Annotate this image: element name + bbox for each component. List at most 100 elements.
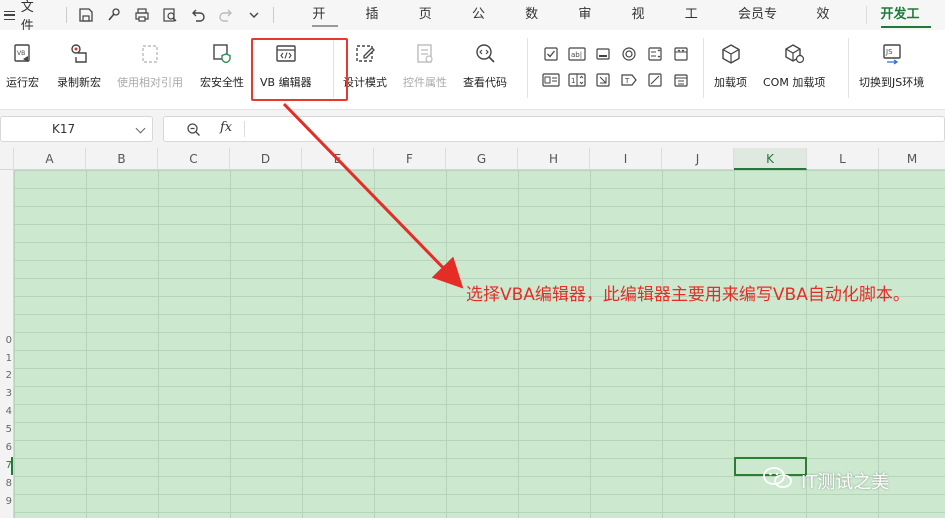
column-header-k[interactable]: K <box>734 148 807 170</box>
relative-reference-icon <box>136 40 164 68</box>
relative-reference-button[interactable]: 使用相对引用 <box>117 40 183 90</box>
macro-icon: VB <box>9 40 37 68</box>
view-code-label: 查看代码 <box>463 76 507 89</box>
line-control-icon[interactable] <box>644 70 666 90</box>
label-control-icon[interactable]: T <box>618 70 640 90</box>
column-header-f[interactable]: F <box>374 148 446 170</box>
name-box[interactable]: K17 <box>0 116 153 142</box>
spin-button-icon[interactable]: 1 <box>566 70 588 90</box>
design-mode-button[interactable]: 设计模式 <box>343 40 387 90</box>
checkbox-control-icon[interactable] <box>540 44 562 64</box>
view-code-button[interactable]: 查看代码 <box>463 40 507 90</box>
row-header[interactable]: 1 <box>6 350 12 368</box>
fx-icon[interactable]: fx <box>220 120 232 135</box>
shield-icon <box>208 40 236 68</box>
quick-access-toolbar <box>62 3 278 27</box>
column-header-h[interactable]: H <box>518 148 590 170</box>
name-box-value: K17 <box>52 122 76 136</box>
design-mode-label: 设计模式 <box>343 76 387 89</box>
tab-page[interactable]: 页面 <box>405 0 458 52</box>
column-header-d[interactable]: D <box>230 148 302 170</box>
column-header-i[interactable]: I <box>590 148 662 170</box>
svg-text:JS: JS <box>885 48 893 56</box>
tab-developer[interactable]: 开发工具 <box>867 0 945 52</box>
column-header-b[interactable]: B <box>86 148 158 170</box>
watermark-text: IT测试之美 <box>801 471 890 493</box>
js-icon: JS <box>878 40 906 68</box>
tab-view[interactable]: 视图 <box>618 0 671 52</box>
watermark: IT测试之美 <box>763 466 889 495</box>
record-macro-button[interactable]: 录制新宏 <box>57 40 101 90</box>
command-button-icon[interactable] <box>592 44 614 64</box>
switch-js-button[interactable]: JS 切换到JS环境 <box>859 40 924 90</box>
control-properties-button[interactable]: 控件属性 <box>403 40 447 90</box>
svg-text:ab|: ab| <box>571 51 582 59</box>
formula-input[interactable]: fx <box>163 116 945 142</box>
combobox-control-icon[interactable] <box>670 44 692 64</box>
option-button-icon[interactable] <box>618 44 640 64</box>
print-preview-icon[interactable] <box>157 3 183 27</box>
hamburger-icon <box>4 10 15 20</box>
format-painter-icon[interactable] <box>101 3 127 27</box>
textbox-control-icon[interactable]: ab| <box>566 44 588 64</box>
frame-control-icon[interactable] <box>670 70 692 90</box>
column-header-m[interactable]: M <box>879 148 945 170</box>
scrollbar-control-icon[interactable] <box>592 70 614 90</box>
tab-insert[interactable]: 插入 <box>352 0 405 52</box>
column-header-e[interactable]: E <box>302 148 374 170</box>
row-header[interactable]: 2 <box>6 367 12 385</box>
tab-tools[interactable]: 工具 <box>671 0 724 52</box>
ribbon-tabs: 开始 插入 页面 公式 数据 审阅 视图 工具 会员专享 效率 开发工具 <box>298 0 945 52</box>
macro-security-label: 宏安全性 <box>200 76 244 89</box>
image-control-icon[interactable] <box>540 70 562 90</box>
addins-button[interactable]: 加载项 <box>714 40 747 90</box>
vb-editor-highlight-box <box>251 38 348 101</box>
column-header-a[interactable]: A <box>14 148 86 170</box>
record-icon <box>65 40 93 68</box>
print-icon[interactable] <box>129 3 155 27</box>
form-controls-grid: ab| 1 T <box>540 44 696 90</box>
run-macro-button[interactable]: VB 运行宏 <box>6 40 39 90</box>
design-mode-icon <box>351 40 379 68</box>
undo-icon[interactable] <box>185 3 211 27</box>
tab-data[interactable]: 数据 <box>511 0 564 52</box>
run-macro-label: 运行宏 <box>6 76 39 89</box>
column-header-j[interactable]: J <box>662 148 734 170</box>
chevron-down-icon[interactable] <box>135 123 146 134</box>
ribbon-developer: VB 运行宏 录制新宏 使用相对引用 宏安全性 VB 编辑器 设计模式 控件属性… <box>0 30 945 110</box>
relative-reference-label: 使用相对引用 <box>117 76 183 89</box>
save-icon[interactable] <box>73 3 99 27</box>
control-properties-label: 控件属性 <box>403 76 447 89</box>
cube-icon <box>717 40 745 68</box>
column-header-l[interactable]: L <box>807 148 879 170</box>
tab-home[interactable]: 开始 <box>298 0 351 52</box>
zoom-search-icon[interactable] <box>186 122 201 141</box>
row-header[interactable]: 0 <box>6 332 12 350</box>
row-header[interactable]: 5 <box>6 421 12 439</box>
addins-label: 加载项 <box>714 76 747 89</box>
macro-security-button[interactable]: 宏安全性 <box>200 40 244 90</box>
tab-member[interactable]: 会员专享 <box>724 0 802 52</box>
row-header[interactable]: 6 <box>6 439 12 457</box>
column-header-c[interactable]: C <box>158 148 230 170</box>
redo-icon[interactable] <box>213 3 239 27</box>
tab-efficiency[interactable]: 效率 <box>802 0 855 52</box>
column-header-g[interactable]: G <box>446 148 518 170</box>
file-menu[interactable]: 文件 <box>0 0 52 34</box>
listbox-control-icon[interactable] <box>644 44 666 64</box>
com-addins-button[interactable]: COM 加载项 <box>763 40 825 90</box>
chevron-down-icon[interactable] <box>241 3 267 27</box>
row-header[interactable]: 3 <box>6 385 12 403</box>
wechat-logo-icon <box>763 466 793 495</box>
menu-bar: 文件 开始 插入 页面 公式 数据 审阅 视图 工具 <box>0 0 945 52</box>
corner-cell[interactable] <box>0 148 14 170</box>
column-headers: A B C D E F G H I J K L M <box>0 148 945 170</box>
properties-icon <box>411 40 439 68</box>
tab-review[interactable]: 审阅 <box>564 0 617 52</box>
row-header[interactable]: 4 <box>6 403 12 421</box>
com-addins-label: COM 加载项 <box>763 76 826 89</box>
row-header[interactable]: 9 <box>6 493 12 511</box>
row-header[interactable]: 8 <box>6 475 12 493</box>
row-headers: 0 1 2 3 4 5 6 7 8 9 <box>0 170 14 518</box>
tab-formula[interactable]: 公式 <box>458 0 511 52</box>
